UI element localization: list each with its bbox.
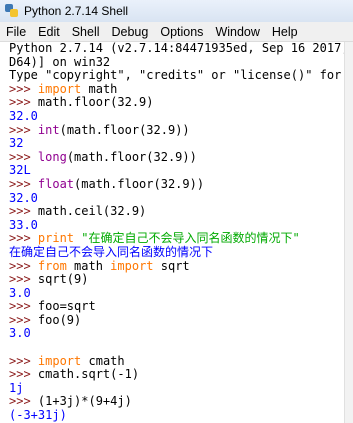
console-line: >>> foo(9) [9, 312, 345, 328]
code-text: (math.floor(32.9)) [59, 122, 190, 137]
prompt-marker: >>> [9, 149, 38, 164]
menu-edit[interactable]: Edit [32, 25, 66, 39]
prompt-marker: >>> [9, 122, 38, 137]
console-line: >>> cmath.sqrt(-1) [9, 367, 345, 382]
code-text: import [37, 353, 82, 368]
output-text: 1j [9, 380, 24, 395]
console-line: 1j [9, 380, 345, 396]
output-text: 在确定自己不会导入同名函数的情况下 [9, 244, 214, 259]
code-text: math.ceil(32.9) [37, 204, 147, 219]
code-text: D64)] on win32 [9, 54, 111, 69]
shell-console[interactable]: Python 2.7.14 (v2.7.14:84471935ed, Sep 1… [0, 42, 345, 423]
prompt-marker: >>> [9, 95, 38, 110]
code-text: Type "copyright", "credits" or "license(… [9, 68, 345, 83]
code-text: float [37, 176, 75, 191]
output-text: 32L [9, 163, 31, 178]
code-text: import [110, 258, 154, 273]
output-text: 32.0 [9, 108, 38, 123]
code-text: (math.floor(32.9)) [74, 176, 205, 191]
prompt-marker: >>> [9, 258, 38, 273]
menu-shell[interactable]: Shell [66, 25, 106, 39]
prompt-marker: >>> [9, 204, 38, 219]
console-line: 32.0 [9, 190, 345, 206]
output-text: 3.0 [9, 326, 31, 341]
menu-debug[interactable]: Debug [106, 25, 155, 39]
console-line: >>> sqrt(9) [9, 272, 345, 287]
prompt-marker: >>> [9, 299, 38, 314]
code-text: sqrt [153, 258, 190, 273]
code-text: Python 2.7.14 (v2.7.14:84471935ed, Sep 1… [9, 42, 345, 55]
console-line: (-3+31j) [9, 408, 345, 423]
console-line: Type "copyright", "credits" or "license(… [9, 68, 345, 83]
console-line: >>> math.ceil(32.9) [9, 204, 345, 219]
window-title: Python 2.7.14 Shell [24, 4, 129, 18]
code-text: from [37, 258, 67, 273]
vertical-scrollbar[interactable] [344, 42, 353, 423]
console-line: >>> long(math.floor(32.9)) [9, 149, 345, 165]
prompt-marker: >>> [9, 231, 38, 246]
code-text: int [37, 122, 60, 137]
output-text: 32.0 [9, 190, 38, 205]
output-text: 3.0 [9, 285, 31, 300]
code-text: (1+3j)*(9+4j) [37, 394, 132, 409]
console-line: >>> math.floor(32.9) [9, 96, 345, 110]
console-line: 32 [9, 136, 345, 151]
code-text: print [37, 231, 75, 246]
console-line: 3.0 [9, 285, 345, 301]
code-text: import [37, 81, 82, 96]
code-text: foo(9) [37, 312, 82, 327]
menu-help[interactable]: Help [266, 25, 304, 39]
output-text: (-3+31j) [9, 408, 67, 423]
python-icon [5, 4, 19, 18]
code-text: math.floor(32.9) [37, 95, 154, 110]
prompt-marker: >>> [9, 394, 38, 409]
console-line: >>> (1+3j)*(9+4j) [9, 395, 345, 409]
prompt-marker: >>> [9, 176, 38, 191]
console-line: >>> int(math.floor(32.9)) [9, 122, 345, 138]
output-text: 32 [9, 136, 24, 151]
console-line: >>> float(math.floor(32.9)) [9, 176, 345, 192]
console-line: 32L [9, 164, 345, 178]
output-text: 33.0 [9, 217, 38, 232]
code-text: long [37, 149, 67, 164]
console-line: Python 2.7.14 (v2.7.14:84471935ed, Sep 1… [9, 42, 345, 56]
console-line: 32.0 [9, 108, 345, 124]
code-text: sqrt(9) [37, 272, 89, 287]
code-text: math [81, 81, 118, 96]
code-text: "在确定自己不会导入同名函数的情况下" [81, 231, 300, 246]
code-text: foo=sqrt [37, 299, 96, 314]
console-line: D64)] on win32 [9, 54, 345, 70]
code-text: cmath.sqrt(-1) [37, 367, 140, 382]
console-line: >>> foo=sqrt [9, 299, 345, 314]
prompt-marker: >>> [9, 353, 38, 368]
menu-bar: File Edit Shell Debug Options Window Hel… [0, 22, 353, 42]
title-bar: Python 2.7.14 Shell [0, 0, 353, 23]
console-line: >>> print "在确定自己不会导入同名函数的情况下" [9, 232, 345, 246]
prompt-marker: >>> [9, 81, 38, 96]
console-line: >>> import cmath [9, 353, 345, 369]
menu-file[interactable]: File [0, 25, 32, 39]
prompt-marker: >>> [9, 312, 38, 327]
menu-options[interactable]: Options [154, 25, 209, 39]
console-line: 3.0 [9, 327, 345, 341]
code-text: cmath [81, 353, 125, 368]
prompt-marker: >>> [9, 272, 38, 287]
menu-window[interactable]: Window [209, 25, 265, 39]
code-text: (math.floor(32.9)) [66, 149, 197, 164]
console-line: 在确定自己不会导入同名函数的情况下 [9, 244, 345, 260]
console-line: >>> from math import sqrt [9, 258, 345, 274]
code-text: math [66, 258, 111, 273]
console-line: >>> import math [9, 81, 345, 97]
prompt-marker: >>> [9, 367, 38, 382]
